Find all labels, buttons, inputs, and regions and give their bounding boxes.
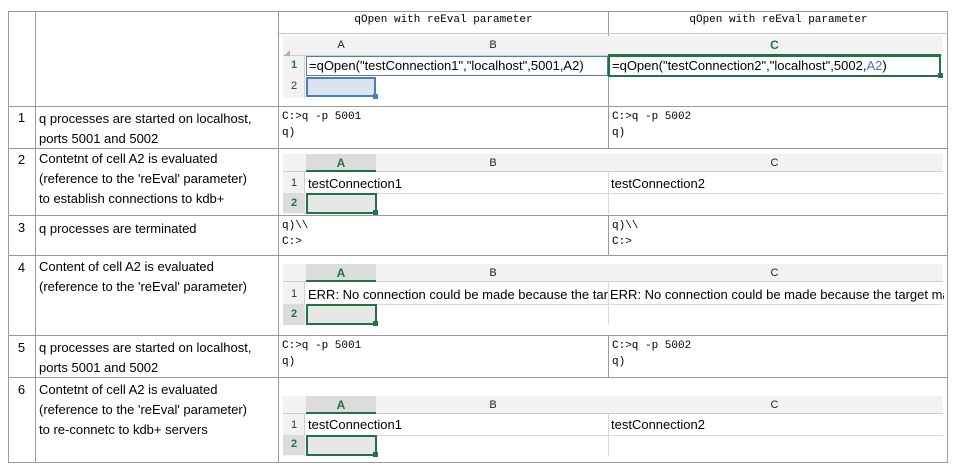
cell-c1[interactable]: testConnection2 xyxy=(611,416,941,434)
row-divider xyxy=(8,255,948,256)
mini-row-1[interactable]: 1 xyxy=(283,288,305,300)
mini-col-header-a[interactable]: A xyxy=(306,156,376,170)
mini-col-header-a[interactable]: A xyxy=(306,266,376,280)
cell-a2-selected[interactable] xyxy=(306,193,377,214)
formula-cell-a1[interactable]: =qOpen("testConnection1","localhost",500… xyxy=(306,56,608,76)
mini-row-2[interactable]: 2 xyxy=(283,197,305,209)
console-right-5: C:>q -p 5002 q) xyxy=(612,340,692,368)
step-number-1: 1 xyxy=(17,110,26,125)
step-2-line-2: (reference to the 'reEval' parameter) xyxy=(39,171,247,186)
mini-row-2[interactable]: 2 xyxy=(283,438,305,450)
step-number-divider xyxy=(35,11,36,463)
mini-row-2[interactable]: 2 xyxy=(283,308,305,320)
col-header-b[interactable]: B xyxy=(378,39,608,51)
left-header-title: qOpen with reEval parameter xyxy=(354,14,533,26)
row-divider xyxy=(8,106,948,107)
console-right-3: q)\\ C:> xyxy=(612,220,639,248)
description-divider xyxy=(278,11,279,463)
row-number-2[interactable]: 2 xyxy=(283,80,305,92)
console-left-5: C:>q -p 5001 q) xyxy=(282,340,362,368)
step-3-description: q processes are terminated xyxy=(39,219,197,239)
step-5-description: q processes are started on localhost, po… xyxy=(39,338,251,378)
mini-col-header-c[interactable]: C xyxy=(608,399,941,411)
mini-col-header-a[interactable]: A xyxy=(306,398,376,412)
cell-a1[interactable]: testConnection1 xyxy=(308,175,606,193)
step-6-line-2: (reference to the 'reEval' parameter) xyxy=(39,402,247,417)
grid-line xyxy=(306,435,943,436)
step-1-line-1: q processes are started on localhost, xyxy=(39,111,252,126)
step-4-line-1: Content of cell A2 is evaluated xyxy=(39,259,214,274)
cell-c1[interactable]: testConnection2 xyxy=(611,175,941,193)
grid-line xyxy=(608,414,609,456)
fill-handle-icon[interactable] xyxy=(373,321,378,326)
step-4-line-2: (reference to the 'reEval' parameter) xyxy=(39,279,247,294)
col-header-a[interactable]: A xyxy=(306,39,376,51)
reference-handle-icon xyxy=(373,94,378,99)
step-number-4: 4 xyxy=(17,260,26,275)
grid-line xyxy=(608,172,609,214)
document-page: { "header": { "left_title": "qOpen with … xyxy=(0,0,955,471)
row-divider xyxy=(8,335,948,336)
row-divider xyxy=(8,215,948,216)
cell-c1-error[interactable]: ERR: No connection could be made because… xyxy=(610,286,944,304)
right-header-title: qOpen with reEval parameter xyxy=(689,14,868,26)
step-6-line-3: to re-connetc to kdb+ servers xyxy=(39,422,208,437)
grid-line xyxy=(306,193,943,194)
console-left-3: q)\\ C:> xyxy=(282,220,309,248)
step-6-line-1: Contetnt of cell A2 is evaluated xyxy=(39,382,218,397)
step-5-line-1: q processes are started on localhost, xyxy=(39,340,252,355)
mini-col-header-c[interactable]: C xyxy=(608,267,941,279)
referenced-cell-a2[interactable] xyxy=(306,77,376,97)
step-number-5: 5 xyxy=(17,340,26,355)
step-number-6: 6 xyxy=(17,382,26,397)
formula-cell-c1[interactable]: =qOpen("testConnection2","localhost",500… xyxy=(608,55,941,77)
console-split xyxy=(608,106,609,148)
step-2-description: Contetnt of cell A2 is evaluated (refere… xyxy=(39,149,247,209)
cell-a2-selected[interactable] xyxy=(306,304,377,325)
console-left-1: C:>q -p 5001 q) xyxy=(282,111,362,139)
mini-col-header-b[interactable]: B xyxy=(378,399,608,411)
mini-col-header-b[interactable]: B xyxy=(378,267,608,279)
grid-line xyxy=(306,304,943,305)
step-4-description: Content of cell A2 is evaluated (referen… xyxy=(39,257,247,297)
formula-text-end: ) xyxy=(882,58,887,73)
mini-col-header-c[interactable]: C xyxy=(608,157,941,169)
step-number-2: 2 xyxy=(17,152,26,167)
console-split xyxy=(608,215,609,255)
console-right-1: C:>q -p 5002 q) xyxy=(612,111,692,139)
step-1-line-2: ports 5001 and 5002 xyxy=(39,131,159,146)
formula-text: =qOpen("testConnection2","localhost",500… xyxy=(612,58,867,73)
mini-col-header-b[interactable]: B xyxy=(378,157,608,169)
fill-handle-icon[interactable] xyxy=(373,452,378,457)
cell-a2-selected[interactable] xyxy=(306,435,377,456)
step-3-line-1: q processes are terminated xyxy=(39,221,197,236)
cell-a1-error[interactable]: ERR: No connection could be made because… xyxy=(308,286,608,304)
step-2-line-3: to establish connections to kdb+ xyxy=(39,191,225,206)
step-5-line-2: ports 5001 and 5002 xyxy=(39,360,159,375)
grid-line xyxy=(608,282,609,325)
step-number-3: 3 xyxy=(17,220,26,235)
header-underline xyxy=(279,33,948,34)
fill-handle-icon[interactable] xyxy=(373,210,378,215)
fill-handle-icon[interactable] xyxy=(938,73,943,78)
row-number-1[interactable]: 1 xyxy=(283,59,305,71)
cell-a1[interactable]: testConnection1 xyxy=(308,416,606,434)
console-split xyxy=(608,335,609,377)
formula-reference: A2 xyxy=(866,58,883,73)
mini-row-1[interactable]: 1 xyxy=(283,177,305,189)
mini-row-1[interactable]: 1 xyxy=(283,419,305,431)
col-header-c[interactable]: C xyxy=(608,38,941,52)
step-2-line-1: Contetnt of cell A2 is evaluated xyxy=(39,151,218,166)
step-1-description: q processes are started on localhost, po… xyxy=(39,109,251,149)
step-6-description: Contetnt of cell A2 is evaluated (refere… xyxy=(39,380,247,440)
